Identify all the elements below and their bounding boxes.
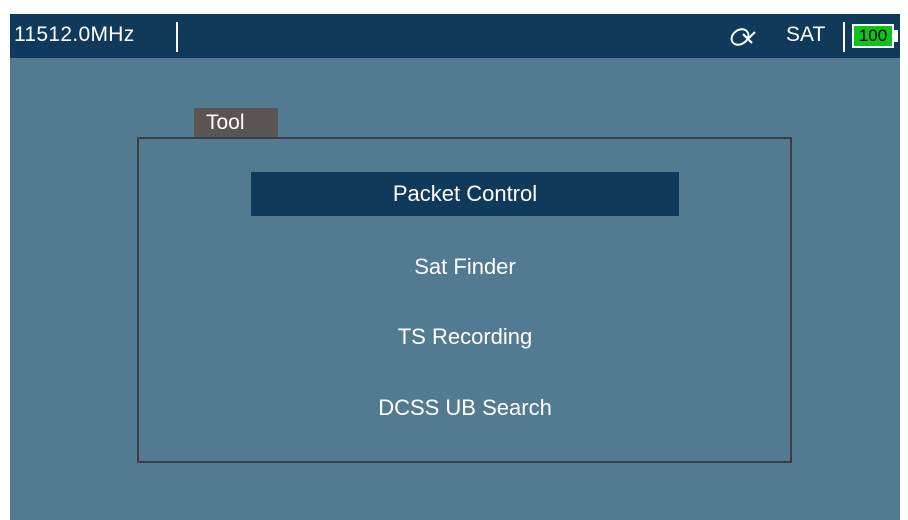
frequency-readout: 11512.0MHz (14, 23, 135, 46)
status-bar: 11512.0MHz SAT 100 (10, 14, 900, 58)
battery-tip (894, 30, 898, 42)
satellite-dish-icon (728, 24, 758, 50)
tool-panel-title: Tool (194, 108, 278, 138)
tool-menu: Packet Control Sat Finder TS Recording D… (137, 137, 792, 463)
status-divider (176, 22, 178, 52)
menu-item-sat-finder[interactable]: Sat Finder (251, 245, 679, 289)
battery-indicator: 100 (852, 24, 894, 48)
menu-item-dcss-ub-search[interactable]: DCSS UB Search (251, 386, 679, 430)
device-screen: 11512.0MHz SAT 100 Tool Packet Control S… (10, 14, 900, 520)
menu-item-packet-control[interactable]: Packet Control (251, 172, 679, 216)
status-divider (843, 22, 845, 52)
mode-label: SAT (786, 23, 826, 46)
menu-item-ts-recording[interactable]: TS Recording (251, 315, 679, 359)
